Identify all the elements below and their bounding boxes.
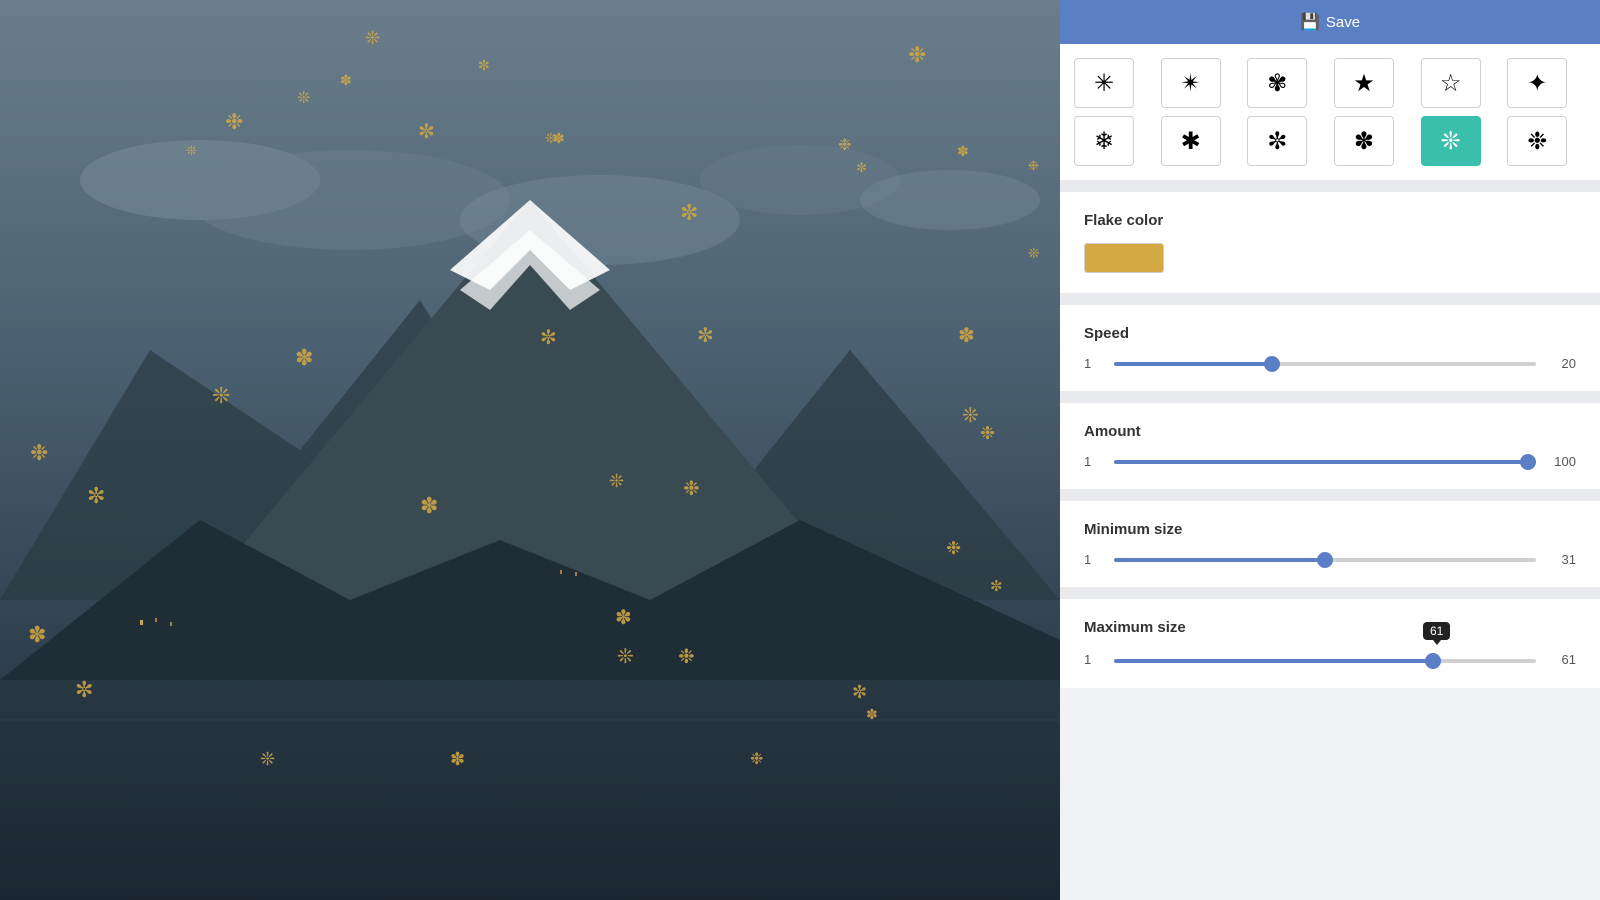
max-size-slider[interactable] <box>1114 659 1536 663</box>
speed-slider-row: 1 20 <box>1084 356 1576 371</box>
min-size-slider[interactable] <box>1114 558 1536 562</box>
flake: ✽ <box>866 706 878 723</box>
flake: ✼ <box>87 483 105 509</box>
flake: ❉ <box>678 644 695 669</box>
flake: ✼ <box>697 323 714 348</box>
divider-3 <box>1060 391 1600 403</box>
flake: ✼ <box>418 119 435 144</box>
shape-button-snowflake4[interactable]: ❊ <box>1421 116 1481 166</box>
min-size-title: Minimum size <box>1084 521 1576 538</box>
canvas-area: ❊❉✼✽❊❉✼✽❊❉✼✽❊❉✼✽❊❉✼✽❊❉✼✽❊❉✼✽❊❉✼✽❊❉✼✽❊❉✼✽ <box>0 0 1060 900</box>
shape-button-star-thin[interactable]: ✦ <box>1507 58 1567 108</box>
flake: ✼ <box>856 160 867 176</box>
flake-color-title: Flake color <box>1084 212 1576 229</box>
right-panel: 💾 Save ✳ ✴ ✾ ★ ☆ ✦ ❄ ✱ ✼ ✽ ❊ ❉ Flake color Speed 1 … <box>1060 0 1600 900</box>
divider-2 <box>1060 293 1600 305</box>
speed-max: 20 <box>1546 356 1576 371</box>
flake: ❉ <box>908 42 926 68</box>
max-size-max: 61 <box>1546 652 1576 667</box>
max-size-slider-row: 1 61 61 <box>1084 650 1576 668</box>
max-size-tooltip: 61 <box>1423 622 1450 640</box>
divider-4 <box>1060 489 1600 501</box>
flake: ❊ <box>617 644 634 669</box>
flake: ❊ <box>609 471 624 492</box>
flake: ✽ <box>420 493 438 519</box>
divider-1 <box>1060 180 1600 192</box>
shape-button-star-outline[interactable]: ☆ <box>1421 58 1481 108</box>
flake: ✽ <box>295 345 313 371</box>
amount-max: 100 <box>1546 454 1576 469</box>
shape-button-asterisk-bold[interactable]: ✱ <box>1161 116 1221 166</box>
flake: ❊ <box>545 130 557 147</box>
flake: ✽ <box>615 605 632 630</box>
min-size-max: 31 <box>1546 552 1576 567</box>
flake: ✼ <box>852 682 867 703</box>
amount-title: Amount <box>1084 423 1576 440</box>
flake: ❉ <box>683 476 700 501</box>
speed-title: Speed <box>1084 325 1576 342</box>
shape-button-asterisk8[interactable]: ✴ <box>1161 58 1221 108</box>
flake: ❉ <box>838 135 851 155</box>
shape-button-snowflake-bold[interactable]: ✾ <box>1247 58 1307 108</box>
shape-selector: ✳ ✴ ✾ ★ ☆ ✦ ❄ ✱ ✼ ✽ ❊ ❉ <box>1060 44 1600 180</box>
flake: ✼ <box>990 577 1003 595</box>
speed-slider[interactable] <box>1114 362 1536 366</box>
max-size-title: Maximum size <box>1084 619 1576 636</box>
flake: ✽ <box>958 323 975 348</box>
flake-color-section: Flake color <box>1060 192 1600 293</box>
shape-button-star5[interactable]: ★ <box>1334 58 1394 108</box>
flake: ❉ <box>30 440 48 466</box>
flake-color-swatch[interactable] <box>1084 243 1164 273</box>
flake: ❊ <box>365 28 380 49</box>
flake: ❉ <box>1028 158 1039 174</box>
flake: ❉ <box>225 109 243 135</box>
min-size-section: Minimum size 1 31 <box>1060 501 1600 587</box>
flake: ❊ <box>186 143 197 159</box>
flake: ✽ <box>450 749 465 770</box>
flake: ❊ <box>962 403 979 428</box>
shape-button-snowflake5[interactable]: ❉ <box>1507 116 1567 166</box>
flake: ❉ <box>980 423 995 444</box>
amount-slider[interactable] <box>1114 460 1536 464</box>
flake: ✽ <box>28 622 46 648</box>
amount-min: 1 <box>1084 454 1104 469</box>
min-size-slider-row: 1 31 <box>1084 552 1576 567</box>
speed-section: Speed 1 20 <box>1060 305 1600 391</box>
max-size-min: 1 <box>1084 652 1104 667</box>
amount-slider-row: 1 100 <box>1084 454 1576 469</box>
shape-button-snowflake3[interactable]: ✽ <box>1334 116 1394 166</box>
flake: ❉ <box>946 538 961 559</box>
speed-min: 1 <box>1084 356 1104 371</box>
shape-button-asterisk6[interactable]: ✳ <box>1074 58 1134 108</box>
min-size-min: 1 <box>1084 552 1104 567</box>
flake: ✽ <box>340 72 352 89</box>
save-icon: 💾 <box>1300 12 1320 32</box>
divider-5 <box>1060 587 1600 599</box>
max-size-section: Maximum size 1 61 61 <box>1060 599 1600 688</box>
save-button[interactable]: 💾 Save <box>1060 0 1600 44</box>
flake: ✼ <box>680 200 698 226</box>
shape-button-snowflake2[interactable]: ✼ <box>1247 116 1307 166</box>
save-label: Save <box>1326 14 1360 31</box>
flake: ✼ <box>540 325 557 350</box>
flake: ❊ <box>1028 245 1040 262</box>
amount-section: Amount 1 100 <box>1060 403 1600 489</box>
flake: ❊ <box>212 383 230 409</box>
flake: ✽ <box>957 143 969 160</box>
flake: ❉ <box>750 749 763 769</box>
shape-button-snowflake1[interactable]: ❄ <box>1074 116 1134 166</box>
flake: ✼ <box>478 57 490 74</box>
flake: ❊ <box>297 88 310 108</box>
flake: ❊ <box>260 749 275 770</box>
flake: ✼ <box>75 677 93 703</box>
